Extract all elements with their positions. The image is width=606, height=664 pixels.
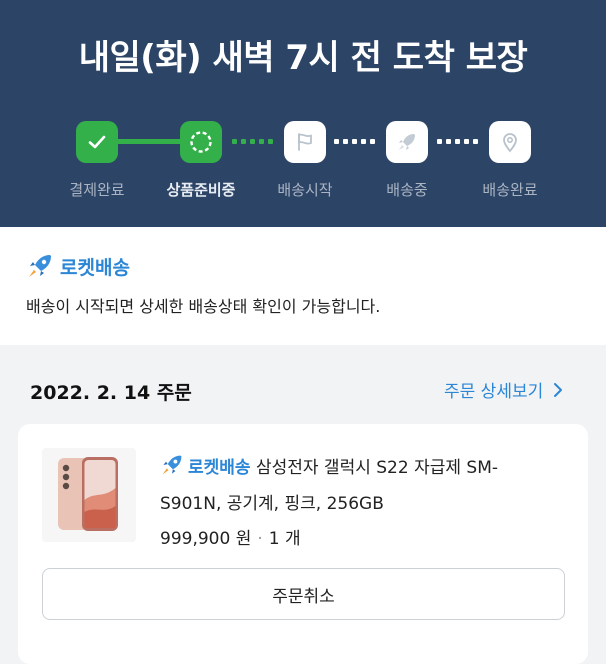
progress-dots	[334, 139, 375, 144]
delivery-guarantee-title: 내일(화) 새벽 7시 전 도착 보장	[78, 38, 528, 78]
rocket-delivery-heading: 로켓배송	[26, 252, 130, 280]
cancel-order-button[interactable]: 주문취소	[42, 568, 565, 620]
step-delivered	[489, 121, 531, 163]
product-image[interactable]	[42, 448, 136, 542]
step-payment-complete	[76, 121, 118, 163]
notice-message: 배송이 시작되면 상세한 배송상태 확인이 가능합니다.	[26, 297, 381, 316]
product-price: 999,900 원	[160, 529, 252, 549]
step-preparing	[180, 121, 222, 163]
order-detail-label: 주문 상세보기	[444, 382, 544, 402]
step-shipping-started	[284, 121, 326, 163]
rocket-icon	[162, 455, 182, 475]
chevron-right-icon	[554, 382, 563, 397]
order-date: 2022. 2. 14 주문	[30, 382, 192, 404]
delivery-status-header: 내일(화) 새벽 7시 전 도착 보장 결제완료 상품준비중 배송시작 배송중 …	[0, 0, 606, 227]
rocket-icon	[399, 134, 415, 150]
loading-circle-icon	[190, 131, 212, 153]
product-quantity: 1 개	[268, 529, 301, 549]
progress-connector	[116, 139, 184, 144]
rocket-delivery-label: 로켓배송	[60, 256, 130, 279]
phone-image	[58, 457, 118, 531]
rocket-delivery-notice: 로켓배송 배송이 시작되면 상세한 배송상태 확인이 가능합니다.	[0, 227, 606, 345]
flag-icon	[298, 133, 312, 151]
progress-dots	[232, 139, 273, 144]
step-label: 배송완료	[482, 181, 538, 199]
location-pin-icon	[503, 133, 517, 153]
progress-dots	[437, 139, 478, 144]
order-item-card: 로켓배송 삼성전자 갤럭시 S22 자급제 SM-S901N, 공기계, 핑크,…	[18, 424, 588, 664]
separator: ·	[257, 529, 263, 549]
step-label: 결제완료	[69, 181, 125, 199]
price-row: 999,900 원 · 1 개	[160, 524, 301, 549]
product-name[interactable]: 로켓배송 삼성전자 갤럭시 S22 자급제 SM-S901N, 공기계, 핑크,…	[160, 450, 550, 522]
step-in-transit	[386, 121, 428, 163]
order-section: 2022. 2. 14 주문 주문 상세보기 로켓배송 삼성전자 갤럭시 S22…	[0, 351, 606, 664]
step-label: 배송중	[386, 181, 428, 199]
rocket-icon	[29, 255, 51, 277]
step-label: 상품준비중	[166, 181, 236, 199]
step-label: 배송시작	[277, 181, 333, 199]
check-icon	[88, 135, 106, 149]
rocket-delivery-badge: 로켓배송	[188, 458, 251, 478]
order-detail-link[interactable]: 주문 상세보기	[444, 377, 563, 402]
